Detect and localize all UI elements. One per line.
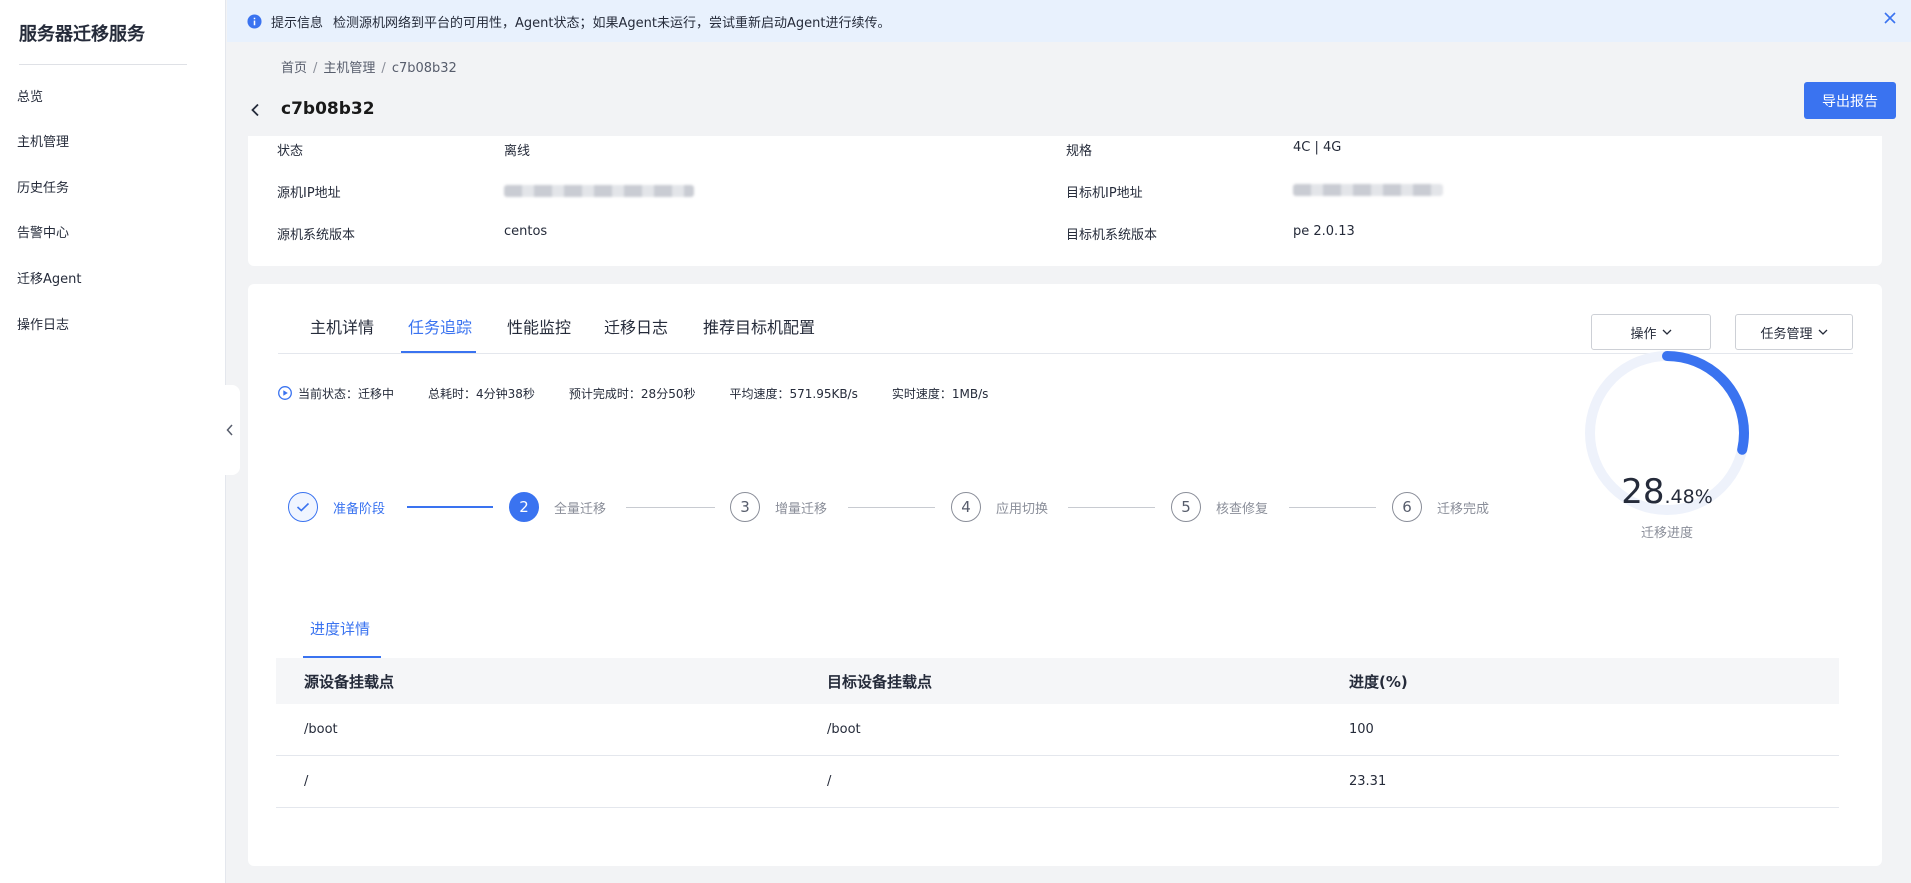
close-icon[interactable] bbox=[1883, 11, 1897, 29]
table-header: 源设备挂载点 目标设备挂载点 进度(%) bbox=[276, 658, 1839, 704]
step-number: 3 bbox=[730, 492, 760, 522]
step-number: 2 bbox=[509, 492, 539, 522]
step-app-switch: 4 应用切换 bbox=[951, 492, 1048, 522]
notice-text: 检测源机网络到平台的可用性，Agent状态；如果Agent未运行，尝试重新启动A… bbox=[333, 15, 891, 31]
sidebar-title: 服务器迁移服务 bbox=[19, 24, 145, 45]
sidebar-item-host-management[interactable]: 主机管理 bbox=[17, 131, 69, 150]
status-label: 状态 bbox=[277, 144, 304, 159]
sidebar-divider bbox=[19, 64, 187, 65]
tab-migration-log[interactable]: 迁移日志 bbox=[604, 314, 668, 338]
step-label: 迁移完成 bbox=[1437, 501, 1490, 517]
breadcrumb-current: c7b08b32 bbox=[391, 61, 457, 76]
step-connector bbox=[1068, 507, 1155, 508]
task-management-dropdown-label: 任务管理 bbox=[1760, 326, 1813, 342]
breadcrumb-separator: / bbox=[313, 61, 318, 76]
mount-progress-table: 源设备挂载点 目标设备挂载点 进度(%) /boot /boot 100 / /… bbox=[276, 658, 1839, 808]
column-header: 进度(%) bbox=[1349, 672, 1408, 691]
host-info-card: 状态 离线 规格 4C | 4G 源机IP地址 目标机IP地址 源机系统版本 c… bbox=[248, 136, 1882, 266]
sidebar-item-migration-agent[interactable]: 迁移Agent bbox=[17, 268, 81, 287]
table-row: / / 23.31 bbox=[276, 756, 1839, 808]
table-row: /boot /boot 100 bbox=[276, 704, 1839, 756]
breadcrumb-separator: / bbox=[381, 61, 386, 76]
active-tab-indicator bbox=[401, 351, 476, 353]
progress-percentage: 28.48% bbox=[1582, 472, 1752, 512]
step-verify-repair: 5 核查修复 bbox=[1171, 492, 1268, 522]
sidebar-item-overview[interactable]: 总览 bbox=[17, 86, 43, 105]
step-label: 全量迁移 bbox=[554, 501, 607, 517]
info-icon bbox=[247, 13, 262, 29]
step-full-migration: 2 全量迁移 bbox=[509, 492, 606, 522]
source-ip-value-redacted bbox=[504, 185, 694, 197]
step-preparation: 准备阶段 bbox=[288, 492, 385, 522]
task-management-dropdown[interactable]: 任务管理 bbox=[1735, 314, 1853, 350]
progress-int: 28 bbox=[1621, 472, 1665, 512]
step-label: 增量迁移 bbox=[775, 501, 828, 517]
target-ip-value-redacted bbox=[1293, 184, 1443, 196]
chevron-left-icon bbox=[226, 424, 233, 436]
sidebar-collapse-button[interactable] bbox=[220, 385, 240, 475]
elapsed-time-text: 总耗时：4分钟38秒 bbox=[428, 386, 535, 401]
step-number: 4 bbox=[951, 492, 981, 522]
column-header: 目标设备挂载点 bbox=[827, 672, 933, 691]
source-os-label: 源机系统版本 bbox=[277, 228, 356, 243]
table-cell: / bbox=[304, 774, 309, 789]
step-number: 5 bbox=[1171, 492, 1201, 522]
step-label: 核查修复 bbox=[1216, 501, 1269, 517]
step-migration-complete: 6 迁移完成 bbox=[1392, 492, 1489, 522]
check-icon bbox=[288, 492, 318, 522]
step-connector bbox=[1289, 507, 1376, 508]
progress-label: 迁移进度 bbox=[1640, 526, 1693, 541]
source-os-value: centos bbox=[504, 224, 548, 239]
target-ip-label: 目标机IP地址 bbox=[1066, 186, 1143, 201]
chevron-down-icon bbox=[1818, 329, 1827, 335]
tab-recommended-target-config[interactable]: 推荐目标机配置 bbox=[703, 314, 815, 338]
sidebar-item-history-tasks[interactable]: 历史任务 bbox=[17, 177, 69, 196]
step-connector bbox=[626, 507, 715, 508]
migration-status-row: 当前状态：迁移中 总耗时：4分钟38秒 预计完成时：28分50秒 平均速度：57… bbox=[278, 384, 1022, 402]
page-title: c7b08b32 bbox=[281, 99, 375, 119]
spec-value: 4C | 4G bbox=[1293, 140, 1342, 155]
breadcrumb-home[interactable]: 首页 bbox=[281, 61, 307, 76]
status-value: 离线 bbox=[504, 144, 531, 159]
sidebar: 服务器迁移服务 总览 主机管理 历史任务 告警中心 迁移Agent 操作日志 bbox=[0, 0, 226, 883]
current-status-text: 当前状态：迁移中 bbox=[298, 386, 395, 401]
tab-progress-details[interactable]: 进度详情 bbox=[310, 618, 370, 639]
progress-decimal: .48% bbox=[1664, 486, 1713, 508]
task-tracking-card: 主机详情 任务追踪 性能监控 迁移日志 推荐目标机配置 操作 任务管理 当前状态… bbox=[248, 284, 1882, 866]
chevron-down-icon bbox=[1662, 329, 1671, 335]
step-number: 6 bbox=[1392, 492, 1422, 522]
table-cell: /boot bbox=[304, 722, 338, 737]
sidebar-item-operation-log[interactable]: 操作日志 bbox=[17, 314, 69, 333]
eta-text: 预计完成时：28分50秒 bbox=[568, 386, 696, 401]
breadcrumb: 首页 / 主机管理 / c7b08b32 bbox=[281, 57, 457, 76]
table-cell: / bbox=[827, 774, 832, 789]
back-arrow-icon[interactable] bbox=[250, 102, 260, 121]
step-label: 应用切换 bbox=[996, 501, 1049, 517]
step-connector bbox=[407, 506, 493, 508]
spec-label: 规格 bbox=[1066, 144, 1093, 159]
table-cell: /boot bbox=[827, 722, 861, 737]
step-connector bbox=[848, 507, 935, 508]
average-speed-text: 平均速度：571.95KB/s bbox=[729, 386, 858, 401]
target-os-label: 目标机系统版本 bbox=[1066, 228, 1158, 243]
breadcrumb-host-management[interactable]: 主机管理 bbox=[323, 61, 375, 76]
tab-performance-monitoring[interactable]: 性能监控 bbox=[507, 314, 571, 338]
table-cell: 23.31 bbox=[1349, 774, 1387, 789]
target-os-value: pe 2.0.13 bbox=[1293, 224, 1355, 239]
notice-title: 提示信息 bbox=[271, 15, 324, 31]
play-circle-icon bbox=[278, 386, 292, 400]
table-cell: 100 bbox=[1349, 722, 1374, 737]
notice-bar: 提示信息 检测源机网络到平台的可用性，Agent状态；如果Agent未运行，尝试… bbox=[227, 0, 1911, 42]
step-label: 准备阶段 bbox=[333, 501, 386, 517]
source-ip-label: 源机IP地址 bbox=[277, 186, 341, 201]
sidebar-item-alert-center[interactable]: 告警中心 bbox=[17, 222, 69, 241]
operate-dropdown-label: 操作 bbox=[1630, 326, 1657, 342]
column-header: 源设备挂载点 bbox=[304, 672, 395, 691]
export-report-button[interactable]: 导出报告 bbox=[1804, 82, 1896, 119]
operate-dropdown[interactable]: 操作 bbox=[1591, 314, 1711, 350]
tab-host-details[interactable]: 主机详情 bbox=[310, 314, 374, 338]
step-incremental-migration: 3 增量迁移 bbox=[730, 492, 827, 522]
realtime-speed-text: 实时速度：1MB/s bbox=[891, 386, 989, 401]
tab-task-tracking[interactable]: 任务追踪 bbox=[408, 314, 472, 338]
